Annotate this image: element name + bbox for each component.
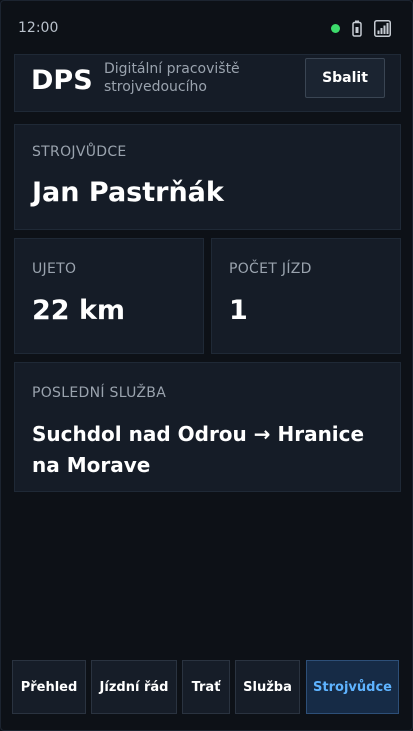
app-subtitle: Digitální pracoviště strojvedoucího [104,61,240,95]
bottom-tab-bar: Přehled Jízdní řád Trať Služba Strojvůdc… [12,660,402,714]
last-service-label: POSLEDNÍ SLUŽBA [32,385,167,401]
tab-route[interactable]: Trať [182,660,230,714]
tab-driver[interactable]: Strojvůdce [306,660,399,714]
tab-overview[interactable]: Přehled [12,660,86,714]
app-logo-text: DPS [31,65,93,96]
rides-card: POČET JÍZD 1 [211,238,401,354]
status-icons [331,20,391,37]
online-indicator-icon [331,24,340,33]
battery-icon [352,20,362,37]
distance-label: UJETO [32,261,77,277]
distance-value: 22 km [32,295,126,326]
last-service-card: POSLEDNÍ SLUŽBA Suchdol nad Odrou → Hran… [14,362,401,492]
tab-service[interactable]: Služba [235,660,300,714]
driver-card: STROJVŮDCE Jan Pastrňák [14,124,401,230]
rides-label: POČET JÍZD [229,261,312,277]
last-service-route: Suchdol nad Odrou → Hranice na Morave [32,422,365,477]
distance-card: UJETO 22 km [14,238,204,354]
collapse-button[interactable]: Sbalit [305,58,385,98]
driver-label: STROJVŮDCE [32,144,127,160]
tab-timetable[interactable]: Jízdní řád [91,660,177,714]
rides-value: 1 [229,295,248,326]
app-header: DPS Digitální pracoviště strojvedoucího … [14,54,401,112]
signal-icon [374,20,391,37]
status-bar: 12:00 [0,0,413,56]
status-time: 12:00 [18,20,59,36]
driver-name: Jan Pastrňák [32,177,224,208]
